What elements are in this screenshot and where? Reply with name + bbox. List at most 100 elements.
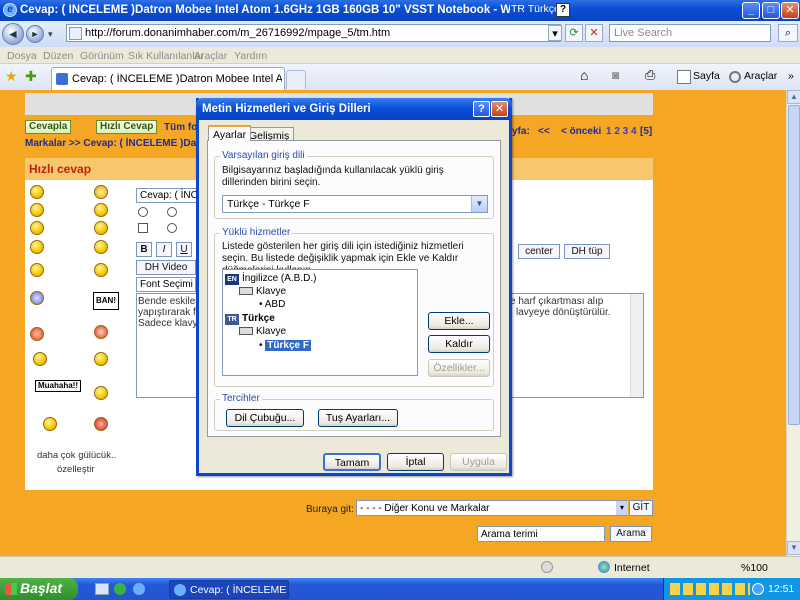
smiley-icon[interactable]: [94, 263, 108, 277]
smiley-icon[interactable]: [33, 352, 47, 366]
italic-button[interactable]: I: [156, 242, 172, 257]
tab-ayarlar[interactable]: Ayarlar: [208, 125, 252, 141]
post-icon-radio[interactable]: [167, 223, 177, 233]
smiley-icon[interactable]: [30, 185, 44, 199]
smiley-icon[interactable]: [43, 417, 57, 431]
sayfa-menu[interactable]: Sayfa: [693, 70, 720, 82]
default-language-select[interactable]: Türkçe - Türkçe F ▼: [222, 195, 488, 213]
page-menu-icon[interactable]: [677, 70, 691, 84]
cevapla-button[interactable]: Cevapla: [25, 120, 72, 134]
page-scrollbar[interactable]: ▲ ▼: [786, 90, 800, 556]
tray-icons[interactable]: [670, 583, 750, 595]
menu-item-gorunum[interactable]: Görünüm: [80, 50, 124, 62]
security-icon[interactable]: [541, 561, 553, 573]
search-term-input[interactable]: Arama terimi: [477, 526, 605, 542]
textarea-scrollbar[interactable]: [630, 294, 643, 397]
menu-item-araclar[interactable]: Araçlar: [194, 50, 227, 62]
hizli-cevap-button[interactable]: Hızlı Cevap: [96, 120, 158, 134]
scroll-thumb[interactable]: [788, 105, 800, 425]
smiley-icon[interactable]: [94, 325, 108, 339]
home-icon[interactable]: ⌂: [580, 67, 588, 83]
menu-item-dosya[interactable]: Dosya: [7, 50, 37, 62]
tree-item-tr-layout[interactable]: • Türkçe F: [259, 340, 311, 351]
post-icon-radio[interactable]: [167, 207, 177, 217]
chevron-down-icon[interactable]: ▼: [471, 196, 487, 212]
window-title-bar[interactable]: e Cevap: ( İNCELEME )Datron Mobee Intel …: [0, 0, 800, 21]
tree-item-turkish[interactable]: TR Türkçe: [225, 313, 275, 325]
tree-item-en-keyboard[interactable]: Klavye: [239, 286, 286, 297]
tree-item-english[interactable]: EN İngilizce (A.B.D.): [225, 273, 316, 285]
print-icon[interactable]: ⎙: [645, 67, 655, 83]
scroll-down-icon[interactable]: ▼: [787, 541, 800, 555]
live-search-input[interactable]: Live Search: [609, 24, 771, 42]
dialog-title-bar[interactable]: Metin Hizmetleri ve Giriş Dilleri ? ✕: [196, 98, 512, 120]
start-button[interactable]: Başlat: [0, 578, 78, 600]
add-favorite-icon[interactable]: ✚: [25, 68, 37, 85]
taskbar-item-ie[interactable]: Cevap: ( İNCELEME )...: [169, 580, 289, 599]
more-smileys-link[interactable]: daha çok gülücük..: [37, 450, 116, 461]
close-button[interactable]: ✕: [781, 2, 799, 19]
bold-button[interactable]: B: [136, 242, 152, 257]
forward-button[interactable]: ►: [26, 25, 44, 43]
smiley-icon[interactable]: [30, 240, 44, 254]
center-button[interactable]: center: [518, 244, 560, 259]
smiley-icon[interactable]: [94, 352, 108, 366]
ie-quicklaunch-icon[interactable]: [133, 583, 145, 595]
feed-icon[interactable]: ◙: [612, 68, 619, 82]
tree-item-en-layout[interactable]: • ABD: [259, 299, 285, 310]
smiley-icon[interactable]: [94, 240, 108, 254]
add-button[interactable]: Ekle...: [428, 312, 490, 330]
first-page-link[interactable]: <<: [538, 126, 550, 137]
dh-video-button[interactable]: DH Video: [136, 260, 196, 275]
option-checkbox[interactable]: [138, 223, 148, 233]
language-help-icon[interactable]: ?: [556, 3, 570, 17]
search-icon[interactable]: ⌕: [778, 24, 798, 42]
dialog-close-button[interactable]: ✕: [491, 101, 508, 117]
url-text[interactable]: http://forum.donanimhaber.com/m_26716992…: [85, 27, 390, 39]
apply-button[interactable]: Uygula: [450, 453, 507, 471]
smiley-icon[interactable]: [94, 386, 108, 400]
favorites-star-icon[interactable]: ★: [5, 68, 18, 85]
new-tab-button[interactable]: [286, 70, 306, 89]
zoom-level[interactable]: %100: [741, 562, 768, 574]
language-indicator[interactable]: TR Türkçe: [511, 3, 560, 15]
language-bar-button[interactable]: Dil Çubuğu...: [226, 409, 304, 427]
smiley-icon[interactable]: [94, 221, 108, 235]
remove-button[interactable]: Kaldır: [428, 335, 490, 353]
customize-link[interactable]: özelleştir: [57, 464, 95, 475]
menu-item-duzen[interactable]: Düzen: [43, 50, 73, 62]
maximize-button[interactable]: □: [762, 2, 780, 19]
minimize-button[interactable]: _: [742, 2, 760, 19]
back-button[interactable]: ◄: [2, 23, 24, 45]
smiley-icon[interactable]: [30, 291, 44, 305]
address-dropdown-icon[interactable]: ▾: [548, 25, 562, 41]
tab-gelismis[interactable]: Gelişmiş: [244, 127, 295, 142]
volume-icon[interactable]: [752, 583, 764, 595]
ban-sign-smiley[interactable]: BAN!: [93, 292, 119, 310]
tree-item-tr-keyboard[interactable]: Klavye: [239, 326, 286, 337]
stop-icon[interactable]: ✕: [585, 24, 603, 42]
media-icon[interactable]: [114, 583, 126, 595]
subject-input[interactable]: Cevap: ( İNC: [136, 188, 204, 203]
key-settings-button[interactable]: Tuş Ayarları...: [318, 409, 398, 427]
address-bar[interactable]: http://forum.donanimhaber.com/m_26716992…: [66, 24, 561, 42]
history-dropdown-icon[interactable]: ▾: [48, 29, 53, 40]
menu-item-sik-kullanilanlar[interactable]: Sık Kullanılanlar: [128, 50, 204, 62]
page-links[interactable]: 1 2 3 4: [606, 126, 637, 137]
smiley-icon[interactable]: [94, 417, 108, 431]
post-icon-radio[interactable]: [138, 207, 148, 217]
chevron-down-icon[interactable]: ▾: [616, 501, 628, 515]
jump-select[interactable]: - - - - Diğer Konu ve Markalar: [356, 500, 628, 516]
more-tools-icon[interactable]: »: [788, 70, 794, 82]
tab-active[interactable]: Cevap: ( İNCELEME )Datron Mobee Intel At…: [51, 67, 285, 90]
dialog-help-button[interactable]: ?: [473, 101, 490, 117]
dh-tup-button[interactable]: DH tüp: [564, 244, 610, 259]
muahaha-smiley[interactable]: Muahaha!!: [35, 380, 81, 392]
smiley-icon[interactable]: [30, 203, 44, 217]
properties-button[interactable]: Özellikler...: [428, 359, 490, 377]
smiley-icon[interactable]: [30, 263, 44, 277]
araclar-menu[interactable]: Araçlar: [744, 70, 777, 82]
ok-button[interactable]: Tamam: [323, 453, 381, 471]
installed-services-tree[interactable]: EN İngilizce (A.B.D.) Klavye • ABD TR Türk…: [222, 269, 418, 376]
smiley-icon[interactable]: [94, 203, 108, 217]
